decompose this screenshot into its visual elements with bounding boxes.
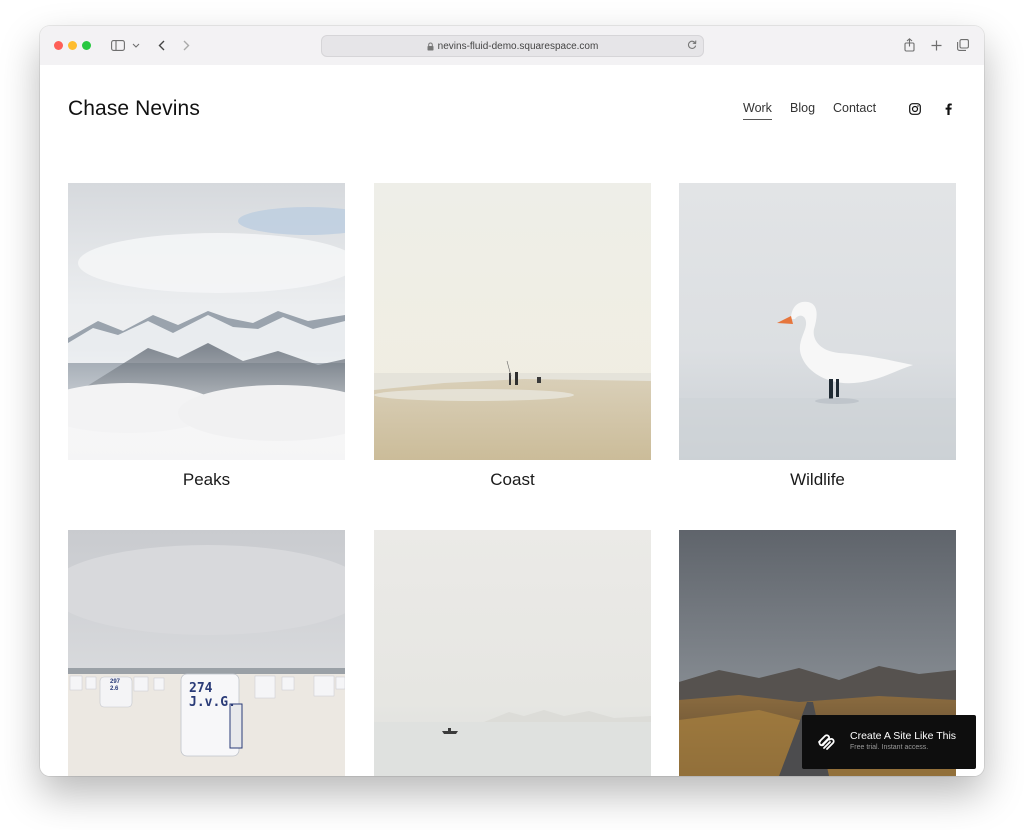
- browser-toolbar: nevins-fluid-demo.squarespace.com: [40, 26, 984, 66]
- gallery-caption-wildlife[interactable]: Wildlife: [679, 470, 956, 490]
- forward-icon[interactable]: [179, 35, 193, 55]
- close-window-button[interactable]: [54, 41, 63, 50]
- browser-window: nevins-fluid-demo.squarespace.com Chase …: [40, 26, 984, 776]
- reload-icon[interactable]: [687, 39, 697, 50]
- cta-subtitle: Free trial. Instant access.: [850, 744, 929, 751]
- gallery-item-beach-chairs[interactable]: 297 2.6 274 J.v.G.: [68, 530, 345, 776]
- nav-contact-link[interactable]: Contact: [833, 101, 876, 115]
- zoom-window-button[interactable]: [82, 41, 91, 50]
- facebook-icon[interactable]: [941, 102, 955, 116]
- site-title[interactable]: Chase Nevins: [68, 97, 200, 121]
- coast-photo: [374, 183, 651, 460]
- beach-chairs-photo: [68, 530, 345, 776]
- swan-photo: [679, 183, 956, 460]
- new-tab-icon[interactable]: [929, 35, 943, 55]
- sidebar-icon[interactable]: [110, 35, 126, 55]
- gallery-item-peaks[interactable]: [68, 183, 345, 460]
- instagram-icon[interactable]: [908, 102, 922, 116]
- squarespace-logo-icon: [816, 732, 836, 757]
- address-bar[interactable]: nevins-fluid-demo.squarespace.com: [321, 35, 704, 57]
- gallery-caption-peaks[interactable]: Peaks: [68, 470, 345, 490]
- minimize-window-button[interactable]: [68, 41, 77, 50]
- create-site-cta[interactable]: Create A Site Like This Free trial. Inst…: [802, 715, 976, 769]
- back-icon[interactable]: [154, 35, 168, 55]
- gallery-item-sea[interactable]: [374, 530, 651, 776]
- chevron-down-icon[interactable]: [131, 35, 141, 55]
- tabs-overview-icon[interactable]: [956, 35, 970, 55]
- website-page: Chase Nevins Work Blog Contact Peaks Coa…: [40, 65, 984, 776]
- lock-icon: [427, 42, 434, 51]
- url-text: nevins-fluid-demo.squarespace.com: [437, 40, 599, 52]
- share-icon[interactable]: [902, 35, 916, 55]
- gallery-item-coast[interactable]: [374, 183, 651, 460]
- cta-title: Create A Site Like This: [850, 730, 957, 742]
- gallery-caption-coast[interactable]: Coast: [374, 470, 651, 490]
- gallery-item-wildlife[interactable]: [679, 183, 956, 460]
- nav-work-link[interactable]: Work: [743, 101, 772, 120]
- beach-chair-number-small: 297 2.6: [110, 679, 121, 692]
- beach-chair-number-large: 274 J.v.G.: [189, 681, 236, 710]
- foggy-sea-photo: [374, 530, 651, 776]
- mountain-peaks-photo: [68, 183, 345, 460]
- nav-blog-link[interactable]: Blog: [790, 101, 815, 115]
